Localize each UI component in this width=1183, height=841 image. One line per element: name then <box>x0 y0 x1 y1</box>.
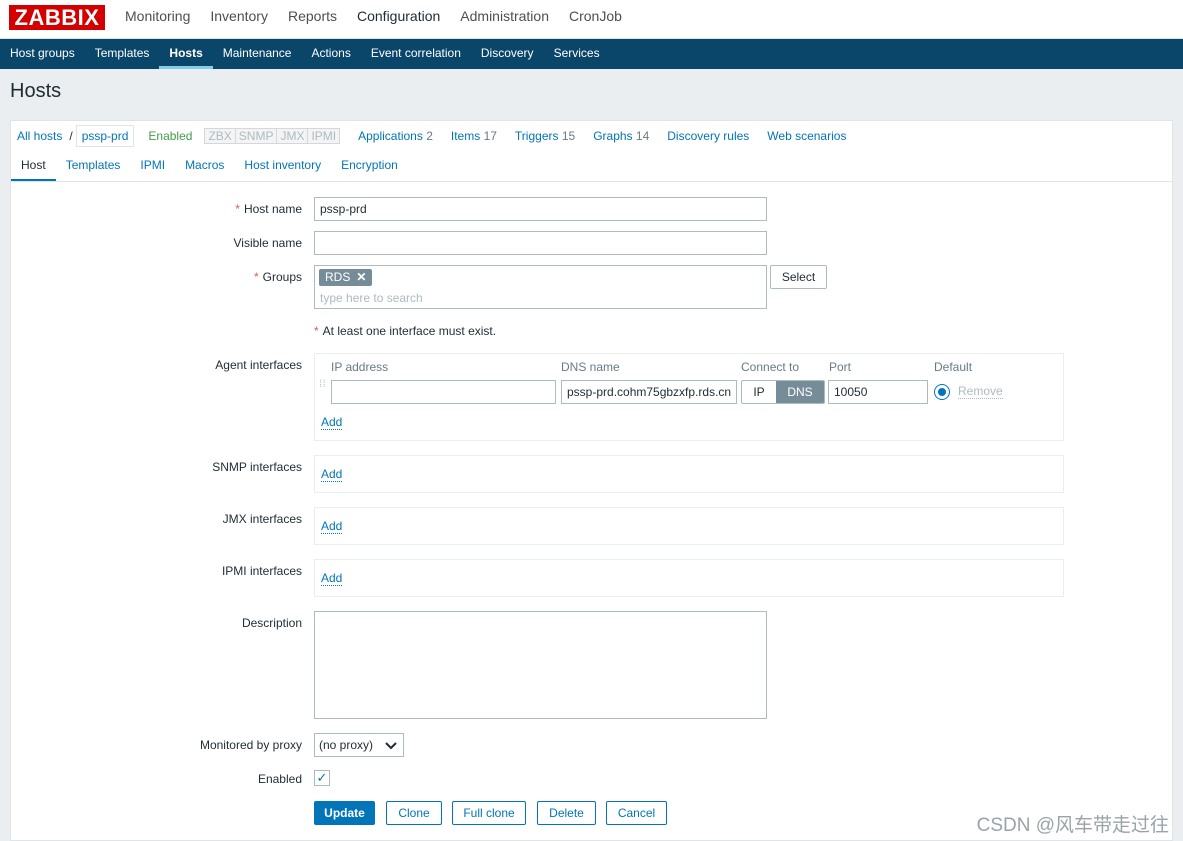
select-groups-button[interactable]: Select <box>770 265 827 289</box>
submenu-maintenance[interactable]: Maintenance <box>213 39 302 69</box>
visible-name-label: Visible name <box>233 236 302 250</box>
snmp-interfaces-box: Add <box>314 455 1064 493</box>
port-input[interactable]: 10050 <box>828 380 928 404</box>
ip-address-input[interactable] <box>331 380 556 404</box>
web-scenarios-link[interactable]: Web scenarios <box>758 129 855 143</box>
enabled-checkbox[interactable]: ✓ <box>314 770 330 786</box>
tab-encryption[interactable]: Encryption <box>331 150 408 181</box>
all-hosts-link[interactable]: All hosts <box>11 129 69 143</box>
page-title: Hosts <box>10 80 62 102</box>
menu-cronjob[interactable]: CronJob <box>559 0 632 33</box>
tab-ipmi[interactable]: IPMI <box>130 150 175 181</box>
group-tag-rds: RDS ✕ <box>319 269 373 286</box>
cancel-button[interactable]: Cancel <box>606 801 667 825</box>
submenu-host-groups[interactable]: Host groups <box>0 39 85 69</box>
ipmi-interfaces-box: Add <box>314 559 1064 597</box>
snmp-availability: SNMP <box>235 128 278 143</box>
menu-monitoring[interactable]: Monitoring <box>115 0 200 33</box>
host-name-label: * Host name <box>235 202 302 216</box>
zbx-availability: ZBX <box>205 128 236 143</box>
ipmi-availability: IPMI <box>308 128 340 143</box>
visible-name-input[interactable] <box>314 231 767 255</box>
submenu-actions[interactable]: Actions <box>301 39 360 69</box>
watermark: CSDN @风车带走过往 <box>976 815 1169 836</box>
menu-reports[interactable]: Reports <box>278 0 347 33</box>
tab-host-inventory[interactable]: Host inventory <box>234 150 331 181</box>
add-jmx-interface-link[interactable]: Add <box>321 520 343 534</box>
availability-indicators: ZBX SNMP JMX IPMI <box>204 127 341 144</box>
connect-to-toggle: IP DNS <box>741 380 825 404</box>
ipmi-interfaces-label: IPMI interfaces <box>221 564 302 578</box>
connect-dns-option[interactable]: DNS <box>776 381 824 403</box>
submenu-discovery[interactable]: Discovery <box>471 39 544 69</box>
groups-label: * Groups <box>253 270 302 284</box>
tab-host[interactable]: Host <box>11 150 56 181</box>
menu-administration[interactable]: Administration <box>450 0 559 33</box>
drag-handle-icon[interactable]: ⁞⁞ <box>319 380 327 400</box>
proxy-label: Monitored by proxy <box>199 738 302 752</box>
menu-inventory[interactable]: Inventory <box>200 0 278 33</box>
groups-search-placeholder[interactable]: type here to search <box>320 287 423 309</box>
host-form: * Host name pssp-prd Visible name * Groups… <box>10 182 1173 841</box>
host-name-input[interactable]: pssp-prd <box>314 197 767 221</box>
full-clone-button[interactable]: Full clone <box>452 801 526 825</box>
submenu-event-correlation[interactable]: Event correlation <box>361 39 471 69</box>
col-dns-name: DNS name <box>561 360 620 374</box>
graphs-link[interactable]: Graphs 14 <box>584 129 658 143</box>
remove-interface-link[interactable]: Remove <box>958 385 1003 399</box>
description-textarea[interactable] <box>314 611 767 719</box>
items-link[interactable]: Items 17 <box>442 129 506 143</box>
triggers-link[interactable]: Triggers 15 <box>506 129 584 143</box>
top-bar: ZABBIX Monitoring Inventory Reports Conf… <box>0 0 1183 39</box>
default-interface-radio[interactable] <box>934 384 950 400</box>
col-port: Port <box>829 360 852 374</box>
discovery-rules-link[interactable]: Discovery rules <box>658 129 758 143</box>
submenu-templates[interactable]: Templates <box>85 39 160 69</box>
chevron-down-icon <box>385 742 397 750</box>
proxy-selected-value: (no proxy) <box>319 738 374 752</box>
submenu-services[interactable]: Services <box>544 39 610 69</box>
col-connect-to: Connect to <box>741 360 800 374</box>
update-button[interactable]: Update <box>314 801 375 825</box>
description-label: Description <box>241 616 302 630</box>
remove-tag-icon[interactable]: ✕ <box>356 270 366 284</box>
interface-note: * At least one interface must exist. <box>314 324 497 338</box>
proxy-select[interactable]: (no proxy) <box>314 733 404 757</box>
delete-button[interactable]: Delete <box>537 801 596 825</box>
dns-name-input[interactable]: pssp-prd.cohm75gbzxfp.rds.cn <box>561 380 737 404</box>
enabled-label: Enabled <box>257 772 302 786</box>
submenu-hosts[interactable]: Hosts <box>159 39 213 69</box>
host-status[interactable]: Enabled <box>134 129 192 143</box>
sub-menu: Host groups Templates Hosts Maintenance … <box>0 39 1183 69</box>
add-snmp-interface-link[interactable]: Add <box>321 468 343 482</box>
top-menu: Monitoring Inventory Reports Configurati… <box>115 0 632 33</box>
tab-templates[interactable]: Templates <box>56 150 131 181</box>
add-agent-interface-link[interactable]: Add <box>321 416 343 430</box>
jmx-interfaces-label: JMX interfaces <box>222 512 302 526</box>
col-default: Default <box>934 360 973 374</box>
snmp-interfaces-label: SNMP interfaces <box>212 460 302 474</box>
groups-multiselect[interactable]: RDS ✕ type here to search <box>314 265 767 309</box>
applications-link[interactable]: Applications 2 <box>349 129 442 143</box>
clone-button[interactable]: Clone <box>386 801 442 825</box>
breadcrumb-separator: / <box>69 128 73 143</box>
zabbix-logo[interactable]: ZABBIX <box>9 5 105 30</box>
agent-interfaces-box: IP address DNS name Connect to Port Defa… <box>314 353 1064 441</box>
agent-interfaces-label: Agent interfaces <box>215 358 302 372</box>
col-ip-address: IP address <box>331 360 389 374</box>
jmx-availability: JMX <box>277 128 309 143</box>
connect-ip-option[interactable]: IP <box>742 381 776 403</box>
tab-macros[interactable]: Macros <box>175 150 234 181</box>
current-host-link[interactable]: pssp-prd <box>75 124 135 147</box>
host-tabs: Host Templates IPMI Macros Host inventor… <box>10 150 1173 182</box>
menu-configuration[interactable]: Configuration <box>347 0 450 33</box>
jmx-interfaces-box: Add <box>314 507 1064 545</box>
host-nav: All hosts / pssp-prd Enabled ZBX SNMP JM… <box>10 120 1173 150</box>
add-ipmi-interface-link[interactable]: Add <box>321 572 343 586</box>
